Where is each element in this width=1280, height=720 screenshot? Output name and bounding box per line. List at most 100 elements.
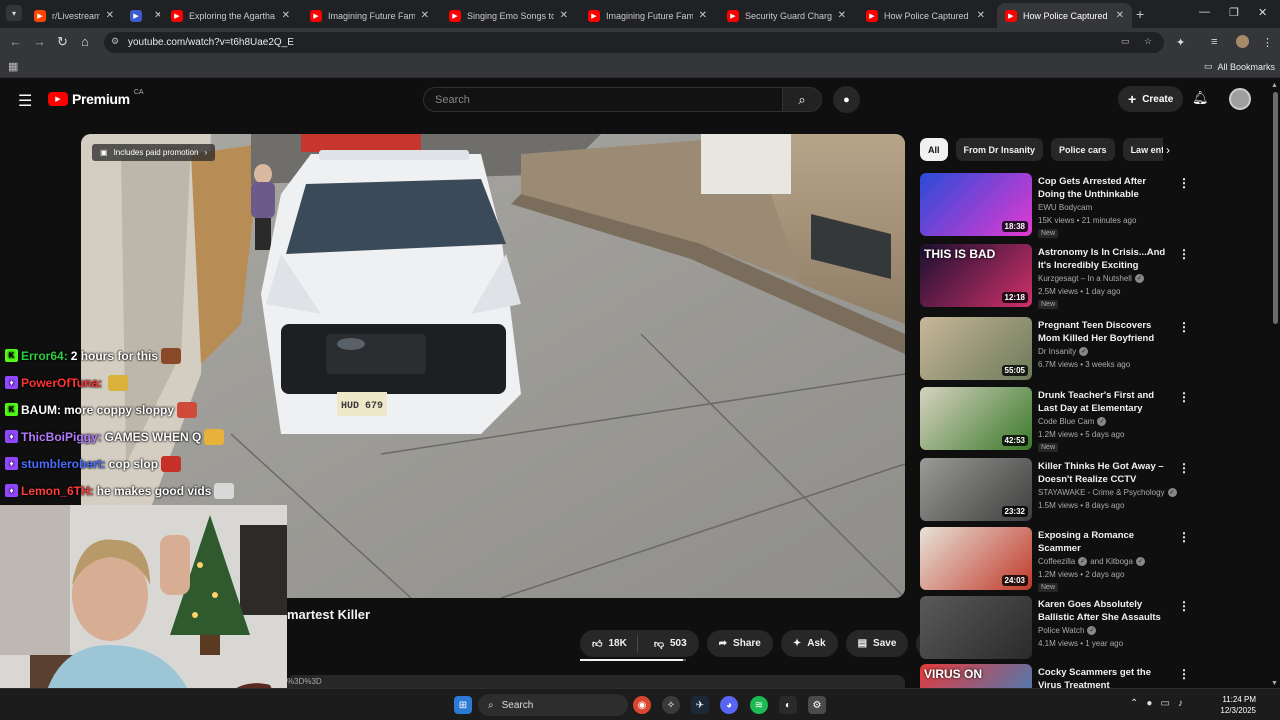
video-thumbnail[interactable]: 55:05: [920, 317, 1032, 380]
browser-tab[interactable]: ▶ Singing Emo Songs to Bi ✕: [441, 3, 576, 28]
browser-tab[interactable]: ▶ Security Guard Charged ✕: [719, 3, 854, 28]
channel-name[interactable]: STAYAWAKE - Crime & Psychology: [1038, 488, 1165, 497]
recommended-title[interactable]: Pregnant Teen Discovers Mom Killed Her B…: [1038, 319, 1168, 345]
chevron-up-icon[interactable]: ⌃: [1130, 698, 1138, 709]
gear-app-icon[interactable]: ⚙: [808, 696, 826, 714]
save-button[interactable]: ▤ Save: [845, 630, 909, 657]
all-bookmarks[interactable]: ▭ All Bookmarks: [1204, 61, 1275, 72]
back-icon[interactable]: ←: [9, 34, 22, 49]
voice-search-button[interactable]: ●: [833, 86, 860, 113]
recommended-title[interactable]: Drunk Teacher's First and Last Day at El…: [1038, 389, 1168, 415]
recommended-video[interactable]: THIS IS BAD 12:18 Astronomy Is In Crisis..…: [920, 244, 1200, 309]
microphone-tray-icon[interactable]: ●: [1146, 698, 1152, 709]
video-thumbnail[interactable]: [920, 596, 1032, 659]
clock[interactable]: 11:24 PM 12/3/2025: [1212, 694, 1256, 716]
more-options-icon[interactable]: ⋮: [1178, 247, 1190, 261]
recommended-title[interactable]: Astronomy Is In Crisis...And It's Incred…: [1038, 246, 1168, 272]
channel-name[interactable]: Kurzgesagt – In a Nutshell: [1038, 274, 1132, 283]
cast-icon[interactable]: ▭: [1121, 36, 1130, 47]
recommended-video[interactable]: Karen Goes Absolutely Ballistic After Sh…: [920, 596, 1200, 660]
video-thumbnail[interactable]: THIS IS BAD 12:18: [920, 244, 1032, 307]
scroll-down-icon[interactable]: ▼: [1271, 680, 1278, 687]
tab-close-icon[interactable]: ✕: [838, 10, 846, 21]
channel-name[interactable]: Coffeezilla: [1038, 557, 1075, 566]
browser-tab[interactable]: ▶ How Police Captured Co ✕: [858, 3, 993, 28]
ask-button[interactable]: ✦ Ask: [780, 630, 838, 657]
more-options-icon[interactable]: ⋮: [1178, 176, 1190, 190]
taskbar-search[interactable]: ⌕ Search: [478, 694, 628, 716]
notifications-bell-icon[interactable]: 🔔︎: [1192, 90, 1209, 106]
recommended-video[interactable]: 24:03 Exposing a Romance Scammer Coffeezil…: [920, 527, 1200, 592]
paid-promotion-badge[interactable]: ▣ Includes paid promotion ›: [92, 144, 216, 161]
network-icon[interactable]: ▭: [1160, 698, 1169, 709]
tab-close-icon[interactable]: ✕: [977, 10, 985, 21]
tab-search-icon[interactable]: ▾: [6, 5, 22, 21]
search-button[interactable]: ⌕: [782, 87, 822, 112]
filter-chip[interactable]: Law enf: [1122, 138, 1163, 161]
reload-icon[interactable]: ↻: [57, 34, 68, 50]
scroll-up-icon[interactable]: ▲: [1271, 82, 1278, 89]
steam-icon[interactable]: ✈: [691, 696, 709, 714]
browser-tab[interactable]: ▶ ✕: [122, 3, 160, 28]
create-button[interactable]: + Create: [1118, 86, 1184, 112]
scrollbar-thumb[interactable]: [1273, 92, 1278, 324]
recommended-title[interactable]: Cop Gets Arrested After Doing the Unthin…: [1038, 175, 1168, 201]
video-thumbnail[interactable]: 42:53: [920, 387, 1032, 450]
video-thumbnail[interactable]: 24:03: [920, 527, 1032, 590]
tab-close-icon[interactable]: ✕: [154, 10, 160, 21]
recommended-title[interactable]: Exposing a Romance Scammer: [1038, 529, 1168, 555]
bookmark-star-icon[interactable]: ☆: [1144, 36, 1152, 47]
account-avatar[interactable]: [1229, 88, 1251, 110]
windows-start-icon[interactable]: ⊞: [454, 696, 472, 714]
more-options-icon[interactable]: ⋮: [1178, 599, 1190, 613]
url-bar[interactable]: ⚙ youtube.com/watch?v=t6h8Uae2Q_E ▭ ☆: [104, 32, 1164, 53]
filter-chip[interactable]: All: [920, 138, 948, 161]
collab-channel[interactable]: and Kitboga: [1090, 557, 1133, 566]
recommended-video[interactable]: 55:05 Pregnant Teen Discovers Mom Killed …: [920, 317, 1200, 381]
more-options-icon[interactable]: ⋮: [1178, 667, 1190, 681]
tab-close-icon[interactable]: ✕: [106, 10, 114, 21]
recommended-title[interactable]: Killer Thinks He Got Away – Doesn't Real…: [1038, 460, 1168, 486]
profile-avatar[interactable]: [1236, 35, 1249, 48]
site-info-icon[interactable]: ⚙: [111, 36, 119, 47]
chrome-icon[interactable]: ◉: [633, 696, 651, 714]
close-window-icon[interactable]: ✕: [1258, 6, 1267, 19]
more-options-icon[interactable]: ⋮: [1178, 530, 1190, 544]
video-thumbnail[interactable]: 18:38: [920, 173, 1032, 236]
page-scrollbar[interactable]: ▲ ▼: [1270, 80, 1280, 690]
more-options-icon[interactable]: ⋮: [1178, 390, 1190, 404]
more-options-icon[interactable]: ⋮: [1178, 320, 1190, 334]
tab-close-icon[interactable]: ✕: [421, 10, 429, 21]
tab-close-icon[interactable]: ✕: [560, 10, 568, 21]
new-tab-icon[interactable]: +: [1136, 6, 1144, 22]
recommended-video[interactable]: 42:53 Drunk Teacher's First and Last Day …: [920, 387, 1200, 452]
chips-next-icon[interactable]: ›: [1166, 143, 1170, 157]
browser-menu-icon[interactable]: ⋮: [1262, 36, 1273, 49]
minimize-icon[interactable]: —: [1199, 6, 1210, 18]
search-input[interactable]: Search: [423, 87, 783, 112]
apps-grid-icon[interactable]: ▦: [8, 60, 18, 73]
browser-tab[interactable]: ▶ How Police Captured Co ✕: [997, 3, 1132, 28]
menu-icon[interactable]: ☰: [18, 91, 32, 111]
more-options-icon[interactable]: ⋮: [1178, 461, 1190, 475]
channel-name[interactable]: EWU Bodycam: [1038, 203, 1092, 212]
channel-name[interactable]: Police Watch: [1038, 626, 1084, 635]
reading-list-icon[interactable]: ≡: [1211, 36, 1217, 48]
youtube-premium-logo[interactable]: ▶ Premium CA: [48, 89, 144, 107]
tab-close-icon[interactable]: ✕: [1116, 10, 1124, 21]
video-thumbnail[interactable]: 23:32: [920, 458, 1032, 521]
channel-name[interactable]: Code Blue Cam: [1038, 417, 1094, 426]
recommended-video[interactable]: 18:38 Cop Gets Arrested After Doing the U…: [920, 173, 1200, 238]
home-icon[interactable]: ⌂: [81, 34, 89, 49]
browser-tab[interactable]: ▶ Imagining Future Family ✕: [302, 3, 437, 28]
app-icon[interactable]: ◐: [779, 696, 797, 714]
tab-close-icon[interactable]: ✕: [282, 10, 290, 21]
browser-tab[interactable]: ▶ Exploring the Agartha Ph ✕: [163, 3, 298, 28]
settings-app-icon[interactable]: ✧: [662, 696, 680, 714]
recommended-title[interactable]: Karen Goes Absolutely Ballistic After Sh…: [1038, 598, 1168, 624]
tab-close-icon[interactable]: ✕: [699, 10, 707, 21]
filter-chip[interactable]: Police cars: [1051, 138, 1115, 161]
spotify-icon[interactable]: ≋: [750, 696, 768, 714]
channel-name[interactable]: Dr Insanity: [1038, 347, 1076, 356]
browser-tab[interactable]: ▶ Imagining Future Family ✕: [580, 3, 715, 28]
